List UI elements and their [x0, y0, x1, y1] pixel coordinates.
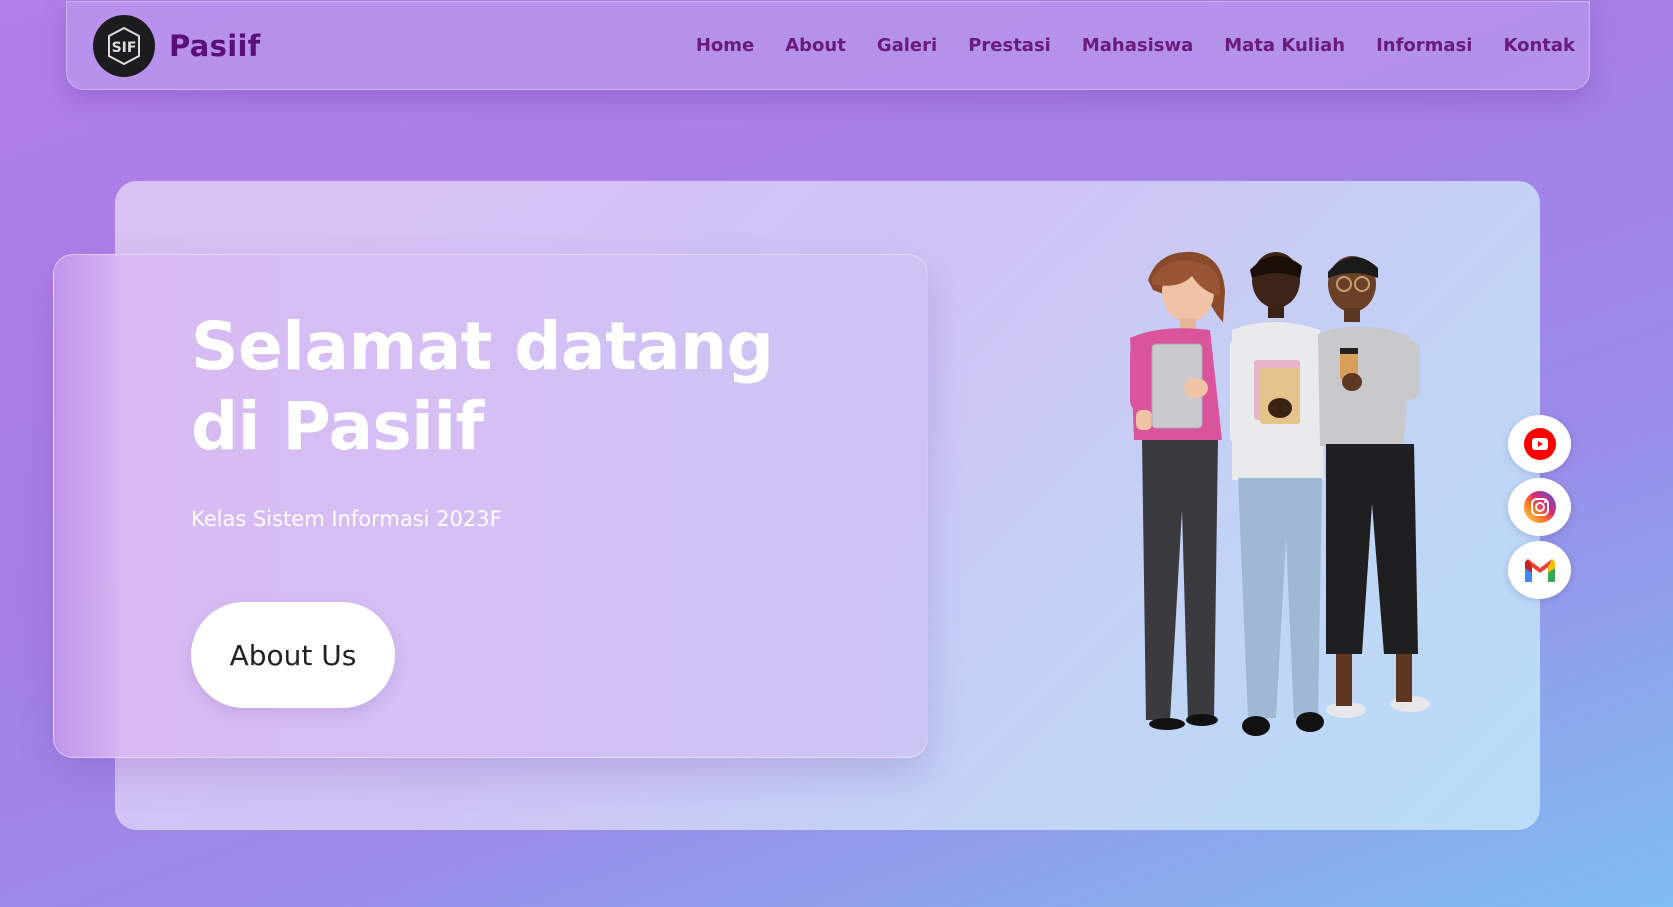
nav-link-mata-kuliah[interactable]: Mata Kuliah — [1224, 35, 1345, 56]
svg-text:SIF: SIF — [112, 40, 137, 56]
nav-link-home[interactable]: Home — [696, 35, 754, 56]
student-man-middle-figure — [1230, 252, 1324, 736]
hero-title-line2: di Pasiif — [191, 388, 484, 465]
gmail-button[interactable] — [1508, 541, 1571, 599]
nav-link-galeri[interactable]: Galeri — [877, 35, 937, 56]
hero-title: Selamat datang di Pasiif — [191, 307, 891, 467]
nav-link-mahasiswa[interactable]: Mahasiswa — [1082, 35, 1193, 56]
brand[interactable]: SIF Pasiif — [93, 14, 261, 77]
instagram-button[interactable] — [1508, 478, 1571, 536]
student-woman-figure — [1130, 251, 1225, 730]
hero-title-line1: Selamat datang — [191, 308, 774, 385]
nav-links: Home About Galeri Prestasi Mahasiswa Mat… — [696, 35, 1575, 56]
youtube-icon — [1523, 428, 1556, 460]
instagram-icon — [1523, 491, 1556, 523]
student-man-right-figure — [1318, 256, 1430, 718]
hero-subtitle: Kelas Sistem Informasi 2023F — [191, 507, 502, 531]
about-us-button[interactable]: About Us — [191, 602, 395, 708]
navbar: SIF Pasiif Home About Galeri Prestasi Ma… — [66, 1, 1590, 90]
youtube-button[interactable] — [1508, 415, 1571, 473]
nav-link-prestasi[interactable]: Prestasi — [968, 35, 1051, 56]
nav-link-informasi[interactable]: Informasi — [1376, 35, 1472, 56]
sif-logo-icon[interactable]: SIF — [93, 14, 155, 77]
nav-link-kontak[interactable]: Kontak — [1503, 35, 1575, 56]
gmail-icon — [1524, 559, 1555, 582]
nav-link-about[interactable]: About — [785, 35, 846, 56]
social-links — [1508, 415, 1571, 599]
students-illustration — [1130, 251, 1430, 736]
brand-name[interactable]: Pasiif — [169, 29, 261, 63]
hero-card: Selamat datang di Pasiif Kelas Sistem In… — [53, 254, 928, 758]
